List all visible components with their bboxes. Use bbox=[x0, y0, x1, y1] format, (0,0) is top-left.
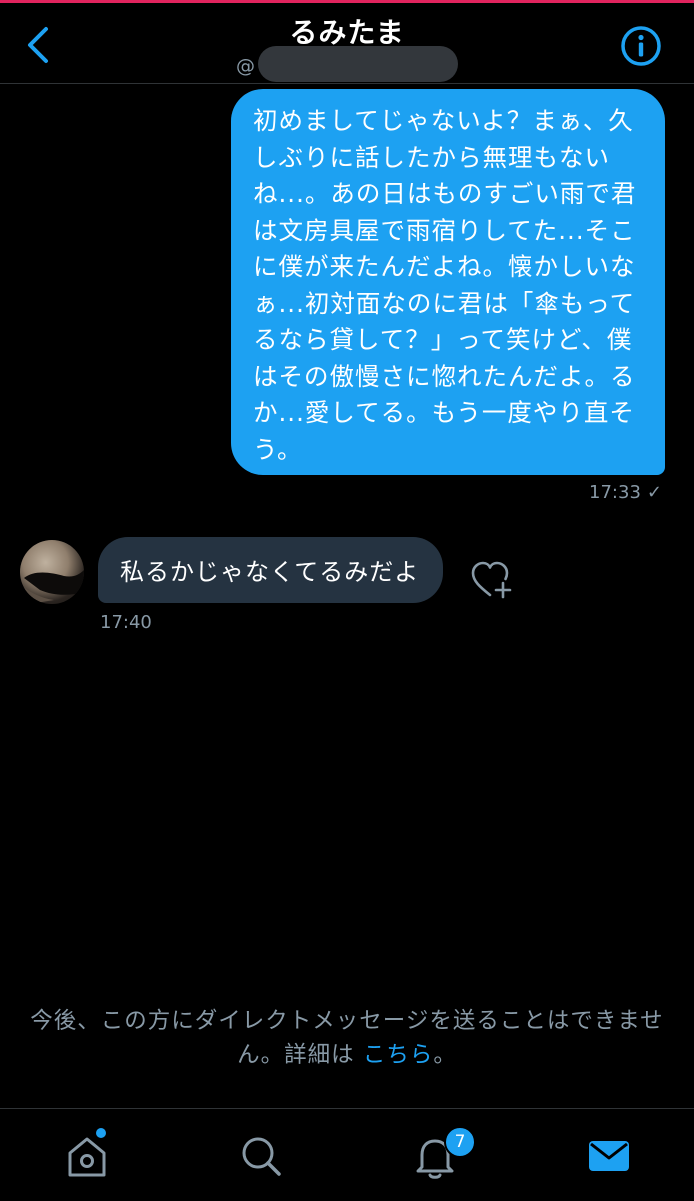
notice-text: 今後、この方にダイレクトメッセージを送ることはできません。詳細は bbox=[30, 1008, 664, 1068]
info-icon bbox=[621, 26, 661, 66]
avatar[interactable] bbox=[20, 540, 84, 604]
avatar-image bbox=[22, 570, 84, 604]
read-check-icon: ✓ bbox=[646, 482, 662, 503]
sent-message-time: 17:33 bbox=[589, 482, 641, 503]
sent-message-meta: 17:33 ✓ bbox=[589, 482, 662, 503]
user-handle: @ bbox=[236, 55, 255, 77]
notice-details-link[interactable]: こちら bbox=[363, 1042, 434, 1068]
conversation-header: るみたま @ bbox=[0, 3, 694, 84]
search-icon bbox=[242, 1137, 281, 1176]
tab-search[interactable] bbox=[236, 1131, 286, 1181]
info-button[interactable] bbox=[620, 25, 662, 67]
redacted-handle bbox=[258, 46, 458, 82]
tab-messages[interactable] bbox=[584, 1131, 634, 1181]
dm-restriction-notice: 今後、この方にダイレクトメッセージを送ることはできません。詳細は こちら。 bbox=[16, 1004, 678, 1072]
received-message-bubble[interactable]: 私るかじゃなくてるみだよ bbox=[98, 537, 444, 603]
conversation-title[interactable]: るみたま bbox=[0, 11, 694, 51]
home-icon bbox=[68, 1137, 106, 1177]
home-new-content-dot bbox=[96, 1128, 106, 1138]
tab-home[interactable] bbox=[62, 1131, 112, 1181]
sent-message-bubble[interactable]: 初めましてじゃないよ？まぁ、久しぶりに話したから無理もないね...。あの日はもの… bbox=[231, 89, 665, 475]
bottom-tab-bar bbox=[0, 1108, 694, 1201]
received-message-time: 17:40 bbox=[100, 612, 152, 633]
heart-plus-icon bbox=[471, 561, 512, 599]
notifications-badge: 7 bbox=[444, 1126, 476, 1158]
react-button[interactable] bbox=[470, 561, 514, 601]
mail-icon bbox=[589, 1141, 629, 1171]
notice-suffix: 。 bbox=[433, 1042, 457, 1068]
